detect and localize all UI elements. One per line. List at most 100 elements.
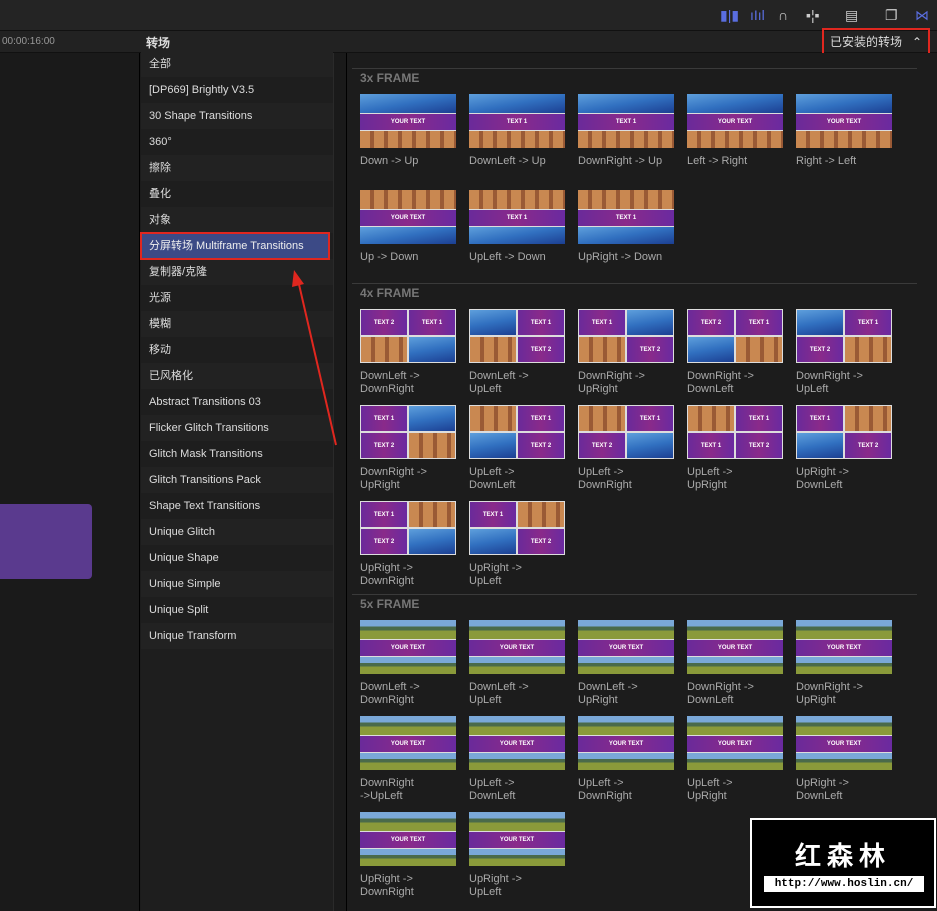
transition-tile[interactable]: YOUR TEXT UpRight -> DownRight <box>360 812 460 899</box>
sidebar-item[interactable]: 已风格化 <box>141 363 333 389</box>
transition-thumbnail: YOUR TEXT <box>578 716 674 770</box>
transition-tile[interactable]: TEXT 1 TEXT 2 DownRight -> UpLeft <box>796 309 896 396</box>
sidebar-item[interactable]: 360° <box>141 129 333 155</box>
transition-tile[interactable]: YOUR TEXT Down -> Up <box>360 94 460 168</box>
thumb-text: YOUR TEXT <box>360 113 456 131</box>
sidebar-item[interactable]: Unique Simple <box>141 571 333 597</box>
sidebar-item[interactable]: [DP669] Brightly V3.5 <box>141 77 333 103</box>
transition-thumbnail: YOUR TEXT <box>796 94 892 148</box>
sidebar-item[interactable]: 对象 <box>141 207 333 233</box>
thumb-text: YOUR TEXT <box>469 831 565 849</box>
sidebar-item[interactable]: 30 Shape Transitions <box>141 103 333 129</box>
transition-tile[interactable]: TEXT 1 TEXT 2 DownRight -> UpRight <box>578 309 678 396</box>
thumb-bottom <box>469 752 565 770</box>
transition-thumbnail: TEXT 1 <box>469 190 565 244</box>
transition-tile[interactable]: YOUR TEXT UpRight -> UpLeft <box>469 812 569 899</box>
thumb-bottom <box>469 226 565 244</box>
transition-tile[interactable]: YOUR TEXT UpLeft -> DownRight <box>578 716 678 803</box>
transition-tile[interactable]: YOUR TEXT UpLeft -> UpRight <box>687 716 787 803</box>
thumb-top <box>687 620 783 640</box>
sidebar-item[interactable]: Unique Glitch <box>141 519 333 545</box>
clip-appearance-icon[interactable]: ▮|▮ <box>720 7 739 24</box>
sidebar-item[interactable]: 擦除 <box>141 155 333 181</box>
transition-tile[interactable]: TEXT 1 TEXT 1 TEXT 2 UpLeft -> UpRight <box>687 405 787 492</box>
sidebar-item[interactable]: Shape Text Transitions <box>141 493 333 519</box>
thumb-text: YOUR TEXT <box>469 735 565 753</box>
sidebar-item[interactable]: Abstract Transitions 03 <box>141 389 333 415</box>
sidebar-item[interactable]: Glitch Transitions Pack <box>141 467 333 493</box>
transition-tile[interactable]: TEXT 1 TEXT 2 UpRight -> DownRight <box>360 501 460 588</box>
transition-tile[interactable]: TEXT 1 TEXT 2 UpRight -> DownLeft <box>796 405 896 492</box>
thumb-cell: TEXT 2 <box>360 528 408 555</box>
transition-tile[interactable]: YOUR TEXT DownRight -> DownLeft <box>687 620 787 707</box>
transition-tile[interactable]: YOUR TEXT DownLeft -> UpLeft <box>469 620 569 707</box>
sidebar-item[interactable]: 叠化 <box>141 181 333 207</box>
transition-label: UpRight -> DownLeft <box>796 777 849 802</box>
transition-tile[interactable]: YOUR TEXT DownRight -> UpRight <box>796 620 896 707</box>
thumb-bottom <box>469 656 565 674</box>
transition-tile[interactable]: YOUR TEXT DownLeft -> DownRight <box>360 620 460 707</box>
thumb-top <box>687 94 783 114</box>
thumb-cell: TEXT 1 <box>517 405 565 432</box>
transitions-browser-icon[interactable]: ⋈ <box>915 7 929 24</box>
sidebar-item[interactable]: Unique Shape <box>141 545 333 571</box>
thumb-text: TEXT 1 <box>469 113 565 131</box>
sidebar-item[interactable]: 分屏转场 Multiframe Transitions <box>140 232 330 260</box>
transition-tile[interactable]: TEXT 2 TEXT 1 DownLeft -> DownRight <box>360 309 460 396</box>
audio-waveform-icon[interactable]: ıIıl <box>750 7 765 23</box>
thumb-text: YOUR TEXT <box>469 639 565 657</box>
thumb-text: YOUR TEXT <box>360 831 456 849</box>
filmstrip-icon[interactable]: ▤ <box>845 7 858 24</box>
transition-tile[interactable]: TEXT 2 TEXT 1 DownRight -> DownLeft <box>687 309 787 396</box>
sidebar-item[interactable]: 复制器/克隆 <box>141 259 333 285</box>
watermark: 红森林 http://www.hoslin.cn/ <box>750 818 936 908</box>
transition-tile[interactable]: TEXT 1 DownRight -> Up <box>578 94 678 168</box>
watermark-url: http://www.hoslin.cn/ <box>764 876 924 892</box>
sidebar-item[interactable]: Unique Split <box>141 597 333 623</box>
transition-thumbnail: YOUR TEXT <box>578 620 674 674</box>
thumb-cell: TEXT 2 <box>360 309 408 336</box>
thumb-top <box>469 716 565 736</box>
transition-tile[interactable]: YOUR TEXT Up -> Down <box>360 190 460 264</box>
thumb-top <box>796 716 892 736</box>
transition-tile[interactable]: YOUR TEXT Right -> Left <box>796 94 896 168</box>
transition-tile[interactable]: TEXT 1 DownLeft -> Up <box>469 94 569 168</box>
transition-tile[interactable]: YOUR TEXT UpLeft -> DownLeft <box>469 716 569 803</box>
sidebar-item[interactable]: 全部 <box>141 51 333 77</box>
snapping-icon[interactable]: ▪¦▪ <box>806 7 820 23</box>
thumb-cell <box>578 336 626 363</box>
sidebar-item[interactable]: Flicker Glitch Transitions <box>141 415 333 441</box>
sidebar-item[interactable]: 光源 <box>141 285 333 311</box>
transition-tile[interactable]: TEXT 1 UpRight -> Down <box>578 190 678 264</box>
sidebar-item[interactable]: Glitch Mask Transitions <box>141 441 333 467</box>
transition-tile[interactable]: TEXT 1 TEXT 2 DownRight -> UpRight <box>360 405 460 492</box>
transition-tile[interactable]: TEXT 1 TEXT 2 DownLeft -> UpLeft <box>469 309 569 396</box>
thumb-text: YOUR TEXT <box>578 639 674 657</box>
sidebar-scrollbar[interactable] <box>333 53 347 911</box>
thumb-cell <box>408 501 456 528</box>
sidebar-item[interactable]: 移动 <box>141 337 333 363</box>
thumb-cell: TEXT 1 <box>469 501 517 528</box>
transition-tile[interactable]: YOUR TEXT Left -> Right <box>687 94 787 168</box>
thumb-cell <box>796 309 844 336</box>
transition-thumbnail: YOUR TEXT <box>360 94 456 148</box>
transition-tile[interactable]: TEXT 1 UpLeft -> Down <box>469 190 569 264</box>
transition-tile[interactable]: YOUR TEXT UpRight -> DownLeft <box>796 716 896 803</box>
transition-tile[interactable]: TEXT 1 TEXT 2 UpLeft -> DownRight <box>578 405 678 492</box>
window-icon[interactable]: ❐ <box>885 7 898 24</box>
thumb-cell: TEXT 1 <box>626 405 674 432</box>
timeline-clip[interactable] <box>0 504 92 579</box>
headphones-icon[interactable]: ∩ <box>778 7 788 23</box>
transition-tile[interactable]: TEXT 1 TEXT 2 UpLeft -> DownLeft <box>469 405 569 492</box>
sidebar-item[interactable]: Unique Transform <box>141 623 333 649</box>
transition-thumbnail: YOUR TEXT <box>469 812 565 866</box>
sidebar-item[interactable]: 模糊 <box>141 311 333 337</box>
thumb-cell <box>796 432 844 459</box>
chevron-updown-icon: ⌃ <box>911 35 922 49</box>
transition-tile[interactable]: TEXT 1 TEXT 2 UpRight -> UpLeft <box>469 501 569 588</box>
browser-header <box>0 31 937 53</box>
transition-tile[interactable]: YOUR TEXT DownLeft -> UpRight <box>578 620 678 707</box>
thumb-cell <box>687 405 735 432</box>
transition-label: UpLeft -> UpRight <box>687 777 733 802</box>
transition-tile[interactable]: YOUR TEXT DownRight ->UpLeft <box>360 716 460 803</box>
